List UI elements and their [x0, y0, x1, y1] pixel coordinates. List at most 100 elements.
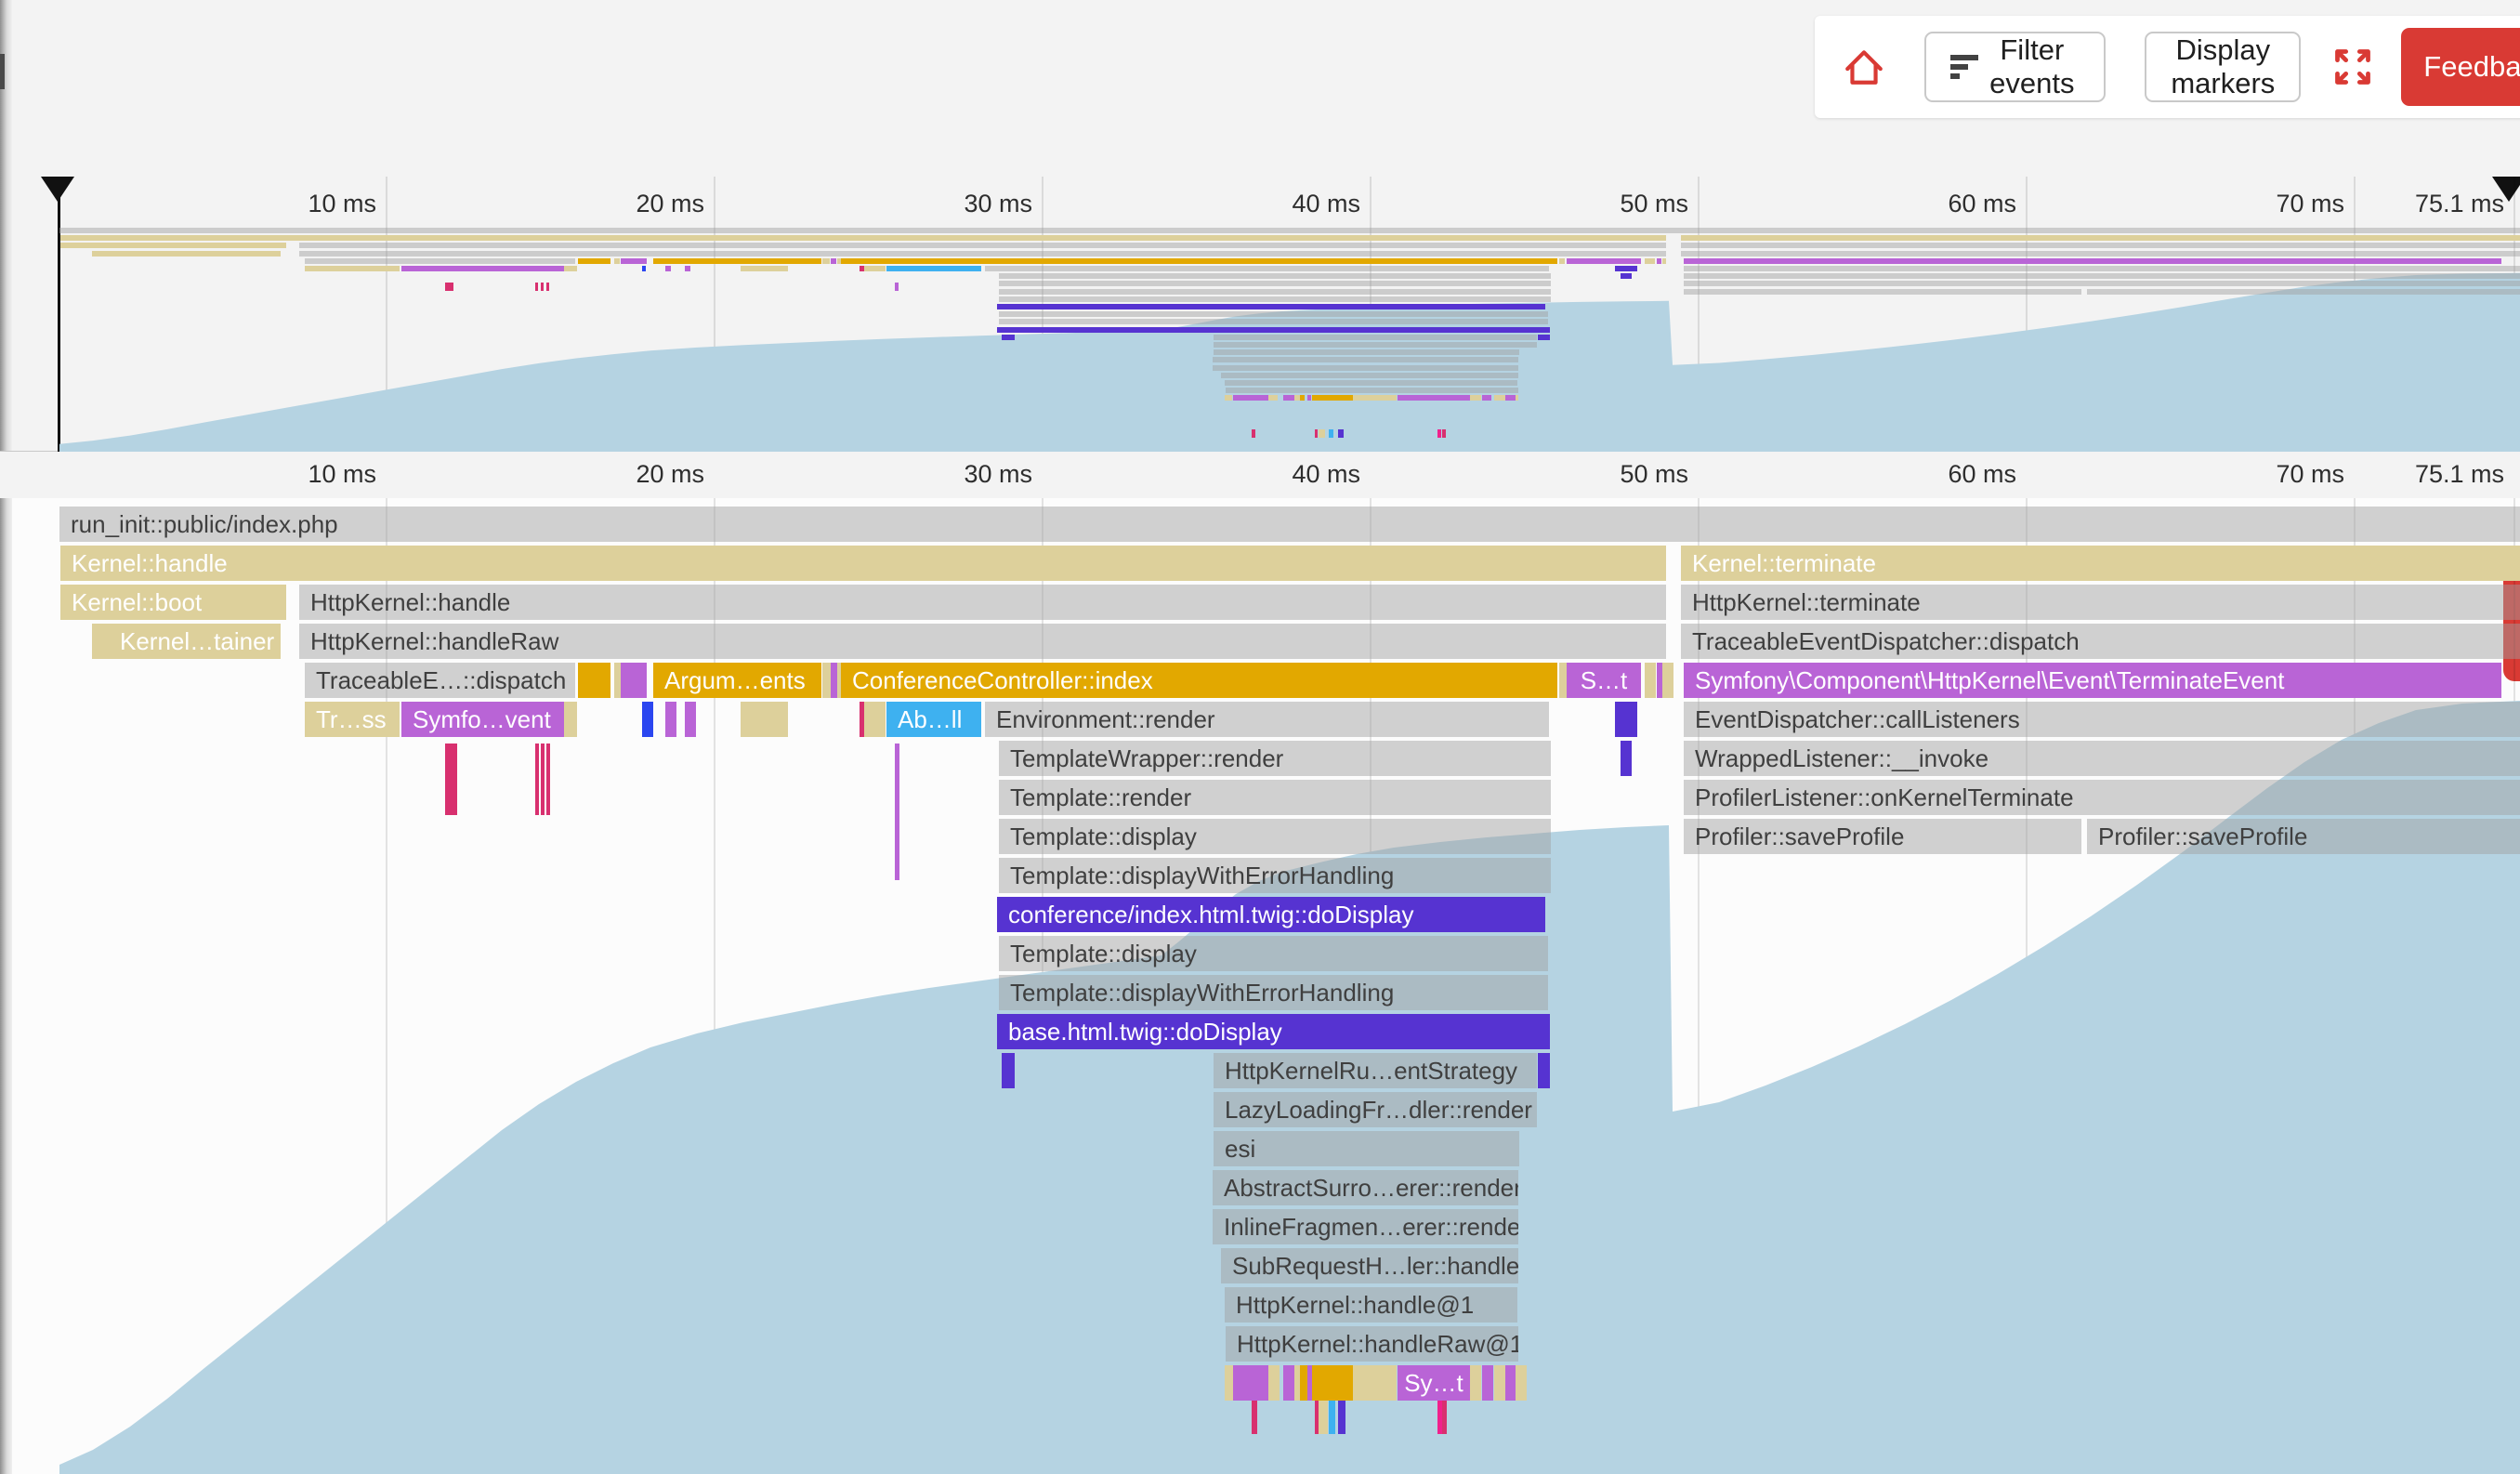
- minimap-span[interactable]: [2087, 289, 2520, 295]
- timeline-span[interactable]: Template::display: [999, 936, 1548, 971]
- minimap-span[interactable]: [642, 266, 646, 271]
- minimap-span[interactable]: [999, 296, 1551, 302]
- timeline-span[interactable]: [621, 663, 647, 698]
- timeline-span[interactable]: [1645, 663, 1656, 698]
- minimap-span[interactable]: [841, 258, 1557, 264]
- timeline-span[interactable]: conference/index.html.twig::doDisplay: [997, 897, 1545, 932]
- timeline-span[interactable]: [1268, 1365, 1280, 1401]
- marker-tick[interactable]: [535, 744, 539, 815]
- minimap-span[interactable]: [1268, 395, 1278, 401]
- minimap-span[interactable]: [59, 228, 2520, 233]
- timeline-span[interactable]: [1662, 663, 1673, 698]
- timeline-span[interactable]: [1233, 1365, 1268, 1401]
- timeline-span[interactable]: Template::display: [999, 819, 1551, 854]
- minimap-span[interactable]: [653, 258, 821, 264]
- minimap-span[interactable]: [831, 258, 836, 264]
- timeline-span[interactable]: HttpKernel::terminate: [1681, 585, 2520, 620]
- timeline-span[interactable]: TraceableE…::dispatch: [305, 663, 575, 698]
- minimap-span[interactable]: [1516, 395, 1518, 401]
- timeline-span[interactable]: Environment::render: [985, 702, 1549, 737]
- minimap-span[interactable]: [1482, 395, 1491, 401]
- minimap-span[interactable]: [1559, 258, 1565, 264]
- minimap-marker-tick[interactable]: [1437, 429, 1441, 438]
- minimap-span[interactable]: [1684, 266, 2520, 271]
- timeline-span[interactable]: HttpKernelRu…entStrategy: [1214, 1053, 1537, 1088]
- timeline-span[interactable]: Symfo…vent: [401, 702, 564, 737]
- minimap-span[interactable]: [621, 258, 647, 264]
- minimap-span[interactable]: [1225, 395, 1232, 401]
- timeline-span[interactable]: HttpKernel::handle@1: [1225, 1287, 1517, 1323]
- timeline-span[interactable]: [1615, 702, 1637, 737]
- minimap-span[interactable]: [1615, 266, 1637, 271]
- minimap-span[interactable]: [999, 273, 1551, 279]
- minimap-span[interactable]: [1681, 235, 2520, 241]
- minimap-span[interactable]: [1214, 349, 1519, 355]
- minimap-span[interactable]: [1398, 395, 1470, 401]
- timeline-span[interactable]: Profiler::saveProfile: [1684, 819, 2081, 854]
- marker-tick[interactable]: [1329, 1401, 1335, 1434]
- marker-tick[interactable]: [546, 744, 550, 815]
- minimap-marker-tick[interactable]: [1252, 429, 1255, 438]
- minimap-span[interactable]: [60, 235, 1666, 241]
- minimap-span[interactable]: [305, 266, 400, 271]
- timeline-span[interactable]: Template::render: [999, 780, 1551, 815]
- timeline-span[interactable]: base.html.twig::doDisplay: [997, 1014, 1550, 1049]
- timeline-span[interactable]: InlineFragmen…erer::render: [1213, 1209, 1518, 1244]
- marker-tick[interactable]: [445, 744, 457, 815]
- minimap-span[interactable]: [1681, 251, 2520, 257]
- timeline-span[interactable]: Template::displayWithErrorHandling: [999, 858, 1551, 893]
- minimap-span[interactable]: [1684, 273, 2520, 279]
- minimap-span[interactable]: [564, 266, 577, 271]
- minimap-span[interactable]: [864, 266, 886, 271]
- timeline-span[interactable]: Kernel::handle: [60, 546, 1666, 581]
- minimap-span[interactable]: [999, 319, 1548, 324]
- timeline-span[interactable]: [642, 702, 653, 737]
- minimap-marker-tick[interactable]: [1315, 429, 1318, 438]
- minimap-span[interactable]: [578, 258, 610, 264]
- minimap-span[interactable]: [999, 289, 1551, 295]
- timeline-span[interactable]: Argum…ents: [653, 663, 821, 698]
- minimap-span[interactable]: [299, 243, 1666, 248]
- minimap-span[interactable]: [999, 311, 1548, 317]
- minimap-marker-tick[interactable]: [541, 283, 544, 291]
- timeline-span[interactable]: Kernel::terminate: [1681, 546, 2520, 581]
- minimap-span[interactable]: [1684, 289, 2081, 295]
- timeline-span[interactable]: Symfony\Component\HttpKernel\Event\Termi…: [1684, 663, 2501, 698]
- minimap-span[interactable]: [1657, 258, 1661, 264]
- minimap-span[interactable]: [1214, 335, 1537, 340]
- minimap-span[interactable]: [614, 258, 620, 264]
- timeline-span[interactable]: [1516, 1365, 1527, 1401]
- minimap-span[interactable]: [741, 266, 788, 271]
- minimap-span[interactable]: [985, 266, 1549, 271]
- minimap-span[interactable]: [1213, 365, 1518, 371]
- marker-tick[interactable]: [1252, 1401, 1257, 1434]
- timeline-span[interactable]: ProfilerListener::onKernelTerminate: [1684, 780, 2520, 815]
- minimap-marker-tick[interactable]: [1319, 429, 1325, 438]
- timeline-span[interactable]: ConferenceController::index: [841, 663, 1557, 698]
- minimap-span[interactable]: [665, 266, 671, 271]
- timeline-span[interactable]: Profiler::saveProfile: [2087, 819, 2520, 854]
- minimap-span[interactable]: [1225, 380, 1517, 386]
- minimap-marker-tick[interactable]: [445, 283, 453, 291]
- minimap-span[interactable]: [685, 266, 690, 271]
- minimap-span[interactable]: [886, 266, 981, 271]
- minimap-span[interactable]: [305, 258, 575, 264]
- minimap-span[interactable]: [60, 243, 286, 248]
- minimap-span[interactable]: [1221, 373, 1518, 378]
- minimap-span[interactable]: [1353, 395, 1397, 401]
- timeline-span[interactable]: [1312, 1365, 1353, 1401]
- minimap-marker-tick[interactable]: [546, 283, 549, 291]
- minimap-marker-tick[interactable]: [1338, 429, 1344, 438]
- minimap-span[interactable]: [1567, 258, 1641, 264]
- timeline-span[interactable]: run_init::public/index.php: [59, 507, 2520, 542]
- minimap-marker-tick[interactable]: [535, 283, 538, 291]
- timeline-span[interactable]: TemplateWrapper::render: [999, 741, 1551, 776]
- timeline-span[interactable]: esi: [1214, 1131, 1519, 1166]
- timeline-span[interactable]: HttpKernel::handleRaw@1: [1226, 1326, 1518, 1362]
- timeline-span[interactable]: [685, 702, 696, 737]
- timeline-span[interactable]: LazyLoadingFr…dler::render: [1214, 1092, 1537, 1127]
- minimap-span[interactable]: [1002, 335, 1015, 340]
- minimap-span[interactable]: [1662, 258, 1666, 264]
- timeline-span[interactable]: Tr…ss: [305, 702, 400, 737]
- minimap-span[interactable]: [1307, 395, 1311, 401]
